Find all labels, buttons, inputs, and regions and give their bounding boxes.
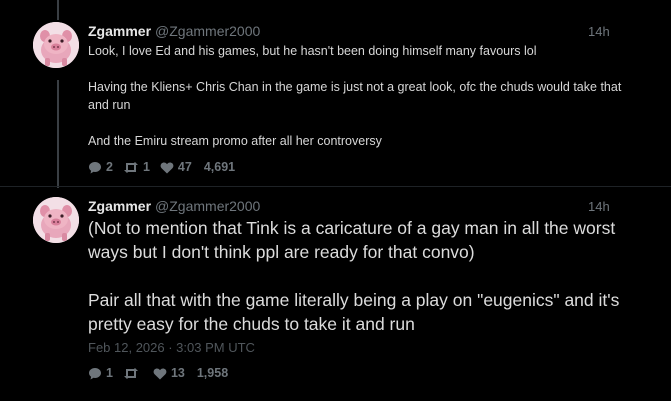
user-handle[interactable]: @Zgammer2000 bbox=[155, 23, 260, 39]
post-paragraph: Pair all that with the game literally be… bbox=[88, 290, 620, 334]
avatar[interactable] bbox=[33, 22, 79, 68]
repost-count[interactable]: 1 bbox=[123, 160, 150, 174]
reply-icon bbox=[89, 367, 101, 379]
author-name[interactable]: Zgammer @Zgammer2000 bbox=[88, 23, 260, 39]
user-handle[interactable]: @Zgammer2000 bbox=[155, 198, 260, 214]
like-count[interactable]: 13 bbox=[153, 366, 185, 380]
repost-count[interactable] bbox=[123, 367, 143, 380]
post-stats: 2 1 47 4,691 bbox=[88, 160, 245, 174]
reply-count[interactable]: 1 bbox=[88, 366, 113, 380]
post-paragraph: (Not to mention that Tink is a caricatur… bbox=[88, 218, 616, 262]
repost-icon bbox=[123, 367, 138, 379]
post-time[interactable]: 14h bbox=[588, 24, 610, 39]
display-name[interactable]: Zgammer bbox=[88, 23, 151, 39]
thread-line bbox=[57, 0, 59, 20]
post-body: Look, I love Ed and his games, but he ha… bbox=[88, 42, 628, 150]
thread-line bbox=[57, 80, 59, 188]
view-count: 1,958 bbox=[196, 366, 229, 380]
pig-avatar-icon bbox=[33, 197, 79, 243]
view-count: 4,691 bbox=[203, 160, 236, 174]
author-name[interactable]: Zgammer @Zgammer2000 bbox=[88, 198, 260, 214]
post-date[interactable]: Feb 12, 2026 · 3:03 PM UTC bbox=[88, 340, 255, 355]
like-icon bbox=[160, 162, 174, 173]
like-count[interactable]: 47 bbox=[160, 160, 192, 174]
post-time[interactable]: 14h bbox=[588, 199, 610, 214]
post-paragraph: And the Emiru stream promo after all her… bbox=[88, 134, 382, 148]
post-divider bbox=[0, 186, 671, 187]
pig-avatar-icon bbox=[33, 22, 79, 68]
reply-count[interactable]: 2 bbox=[88, 160, 113, 174]
avatar[interactable] bbox=[33, 197, 79, 243]
post-stats: 1 13 1,958 bbox=[88, 366, 238, 380]
repost-icon bbox=[123, 161, 138, 173]
post-body: (Not to mention that Tink is a caricatur… bbox=[88, 216, 628, 336]
post-paragraph: Having the Kliens+ Chris Chan in the gam… bbox=[88, 80, 622, 112]
display-name[interactable]: Zgammer bbox=[88, 198, 151, 214]
post-paragraph: Look, I love Ed and his games, but he ha… bbox=[88, 44, 537, 58]
like-icon bbox=[153, 368, 167, 379]
reply-icon bbox=[89, 161, 101, 173]
